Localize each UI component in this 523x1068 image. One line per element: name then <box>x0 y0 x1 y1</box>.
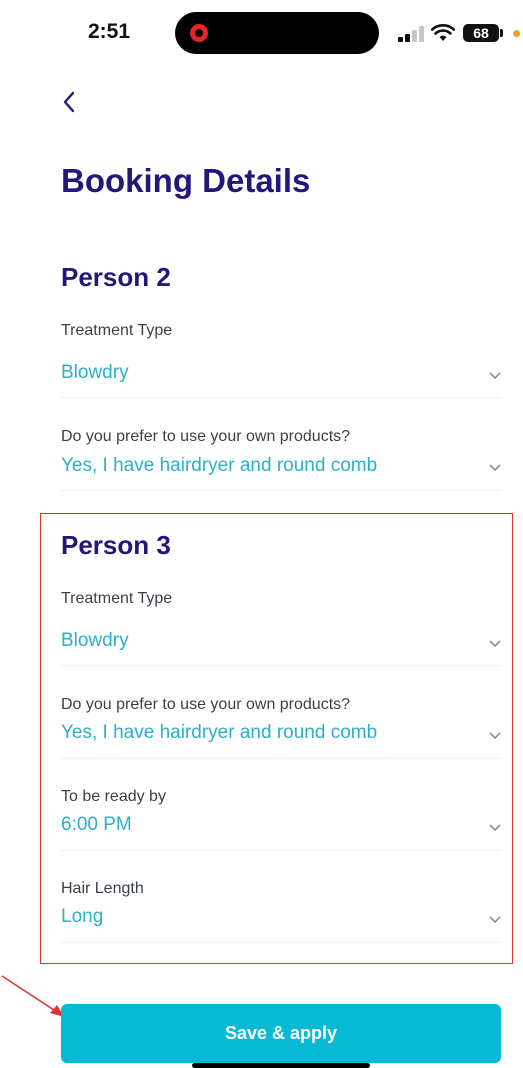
battery-cap <box>500 29 503 37</box>
divider <box>61 850 501 851</box>
products-label: Do you prefer to use your own products? <box>61 696 351 713</box>
wifi-icon <box>431 24 455 41</box>
chevron-down-icon <box>489 372 501 380</box>
treatment-type-value: Blowdry <box>61 362 129 383</box>
chevron-left-icon <box>63 91 75 113</box>
treatment-type-value: Blowdry <box>61 630 129 651</box>
signal-icon <box>398 26 424 42</box>
chevron-down-icon <box>489 640 501 648</box>
divider <box>61 397 501 398</box>
screen-record-icon <box>190 24 208 42</box>
divider <box>61 490 501 491</box>
chevron-down-icon <box>489 916 501 924</box>
hair-length-label: Hair Length <box>61 880 144 897</box>
page-title: Booking Details <box>61 162 311 199</box>
battery-icon: 68 <box>463 24 499 42</box>
ready-by-label: To be ready by <box>61 788 166 805</box>
back-button[interactable] <box>56 88 82 116</box>
chevron-down-icon <box>489 824 501 832</box>
person-3-heading: Person 3 <box>61 530 171 560</box>
status-time: 2:51 <box>88 20 131 43</box>
chevron-down-icon <box>489 732 501 740</box>
divider <box>61 758 501 759</box>
save-apply-button[interactable]: Save & apply <box>61 1004 501 1063</box>
status-bar: 2:51 68 <box>0 0 523 64</box>
treatment-type-label: Treatment Type <box>61 590 173 607</box>
privacy-indicator-dot <box>513 30 520 37</box>
ready-by-value: 6:00 PM <box>61 814 132 835</box>
person-2-heading: Person 2 <box>61 262 171 292</box>
dynamic-island <box>175 12 379 54</box>
treatment-type-label: Treatment Type <box>61 322 173 339</box>
products-value: Yes, I have hairdryer and round comb <box>61 722 378 743</box>
divider <box>61 665 501 666</box>
home-indicator <box>192 1063 370 1068</box>
products-label: Do you prefer to use your own products? <box>61 428 351 445</box>
chevron-down-icon <box>489 464 501 472</box>
products-value: Yes, I have hairdryer and round comb <box>61 455 378 476</box>
hair-length-value: Long <box>61 906 104 927</box>
divider <box>61 942 501 943</box>
